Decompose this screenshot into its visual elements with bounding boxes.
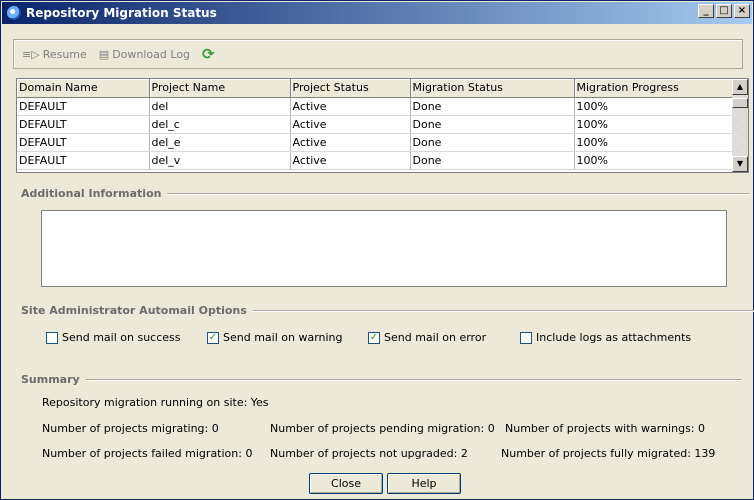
summary-running: Repository migration running on site: Ye… <box>42 396 269 409</box>
checkmark-icon[interactable]: ✓ <box>368 331 380 344</box>
minimize-button[interactable]: _ <box>698 4 714 18</box>
send-mail-on-success-checkbox[interactable]: Send mail on success <box>46 331 181 344</box>
window-controls: _ □ × <box>698 4 750 18</box>
checkbox-label: Send mail on success <box>62 331 181 344</box>
table-row[interactable]: DEFAULT del Active Done 100% <box>17 97 734 116</box>
refresh-button[interactable]: ⟳ <box>202 45 215 63</box>
resume-icon: ≡▷ <box>22 47 40 61</box>
close-window-button[interactable]: × <box>734 4 750 18</box>
summary-fully-migrated: Number of projects fully migrated: 139 <box>501 447 716 460</box>
table-scrollbar[interactable]: ▲ ▼ <box>732 79 748 172</box>
column-header-domain-name[interactable]: Domain Name <box>17 79 150 98</box>
migration-status-window: Repository Migration Status _ □ × ≡▷ Res… <box>0 0 754 500</box>
summary-pending: Number of projects pending migration: 0 <box>270 422 495 435</box>
divider <box>167 192 751 195</box>
cell-migration-progress: 100% <box>574 115 734 134</box>
cell-project-status: Active <box>290 151 411 170</box>
cell-project: del_c <box>149 115 291 134</box>
checkbox-label: Send mail on error <box>384 331 487 344</box>
refresh-icon: ⟳ <box>202 45 215 63</box>
maximize-button[interactable]: □ <box>716 4 732 18</box>
table-row[interactable]: DEFAULT del_v Active Done 100% <box>17 151 734 170</box>
resume-button[interactable]: ≡▷ Resume <box>22 48 87 61</box>
divider <box>85 378 742 381</box>
table-row[interactable]: DEFAULT del_c Active Done 100% <box>17 115 734 134</box>
additional-info-box[interactable] <box>41 210 727 287</box>
close-button[interactable]: Close <box>309 473 383 494</box>
summary-heading: Summary <box>21 373 80 386</box>
download-log-icon: ▤ <box>98 47 110 61</box>
checkbox-label: Send mail on warning <box>223 331 343 344</box>
cell-migration-status: Done <box>410 133 575 152</box>
cell-migration-status: Done <box>410 151 575 170</box>
cell-domain: DEFAULT <box>17 97 150 116</box>
send-mail-on-error-checkbox[interactable]: ✓ Send mail on error <box>368 331 486 344</box>
migration-table: Domain Name Project Name Project Status … <box>16 78 749 173</box>
table-header-row: Domain Name Project Name Project Status … <box>17 79 734 98</box>
summary-failed: Number of projects failed migration: 0 <box>42 447 253 460</box>
include-logs-checkbox[interactable]: Include logs as attachments <box>520 331 691 344</box>
cell-project: del_e <box>149 133 291 152</box>
column-header-project-name[interactable]: Project Name <box>149 79 291 98</box>
scroll-thumb[interactable] <box>732 98 748 108</box>
cell-project-status: Active <box>290 97 411 116</box>
column-header-migration-progress[interactable]: Migration Progress <box>574 79 734 98</box>
cell-domain: DEFAULT <box>17 133 150 152</box>
cell-migration-progress: 100% <box>574 133 734 152</box>
send-mail-on-warning-checkbox[interactable]: ✓ Send mail on warning <box>207 331 343 344</box>
window-title: Repository Migration Status <box>26 6 217 20</box>
help-button[interactable]: Help <box>387 473 461 494</box>
checkbox-unchecked-icon[interactable] <box>520 331 532 344</box>
summary-not-upgraded: Number of projects not upgraded: 2 <box>270 447 468 460</box>
app-icon <box>6 5 22 21</box>
checkbox-unchecked-icon[interactable] <box>46 331 58 344</box>
column-header-migration-status[interactable]: Migration Status <box>410 79 575 98</box>
column-header-project-status[interactable]: Project Status <box>290 79 411 98</box>
table-row[interactable]: DEFAULT del_e Active Done 100% <box>17 133 734 152</box>
cell-project-status: Active <box>290 115 411 134</box>
cell-project-status: Active <box>290 133 411 152</box>
cell-domain: DEFAULT <box>17 115 150 134</box>
download-log-button[interactable]: ▤ Download Log <box>99 48 190 61</box>
cell-migration-progress: 100% <box>574 97 734 116</box>
automail-section: Site Administrator Automail Options <box>21 304 754 317</box>
checkmark-icon[interactable]: ✓ <box>207 331 219 344</box>
checkbox-label: Include logs as attachments <box>536 331 692 344</box>
cell-domain: DEFAULT <box>17 151 150 170</box>
additional-info-section: Additional Information <box>21 187 751 200</box>
divider <box>252 309 754 312</box>
cell-project: del <box>149 97 291 116</box>
cell-migration-progress: 100% <box>574 151 734 170</box>
title-bar[interactable]: Repository Migration Status _ □ × <box>2 2 752 24</box>
summary-warnings: Number of projects with warnings: 0 <box>505 422 706 435</box>
automail-heading: Site Administrator Automail Options <box>21 304 247 317</box>
toolbar: ≡▷ Resume ▤ Download Log ⟳ <box>13 39 743 69</box>
additional-info-heading: Additional Information <box>21 187 162 200</box>
scroll-up-icon[interactable]: ▲ <box>732 79 748 95</box>
scroll-down-icon[interactable]: ▼ <box>732 156 748 172</box>
summary-migrating: Number of projects migrating: 0 <box>42 422 219 435</box>
cell-project: del_v <box>149 151 291 170</box>
summary-section: Summary <box>21 373 742 386</box>
cell-migration-status: Done <box>410 115 575 134</box>
resume-label: Resume <box>42 47 87 61</box>
download-log-label: Download Log <box>112 47 191 61</box>
cell-migration-status: Done <box>410 97 575 116</box>
